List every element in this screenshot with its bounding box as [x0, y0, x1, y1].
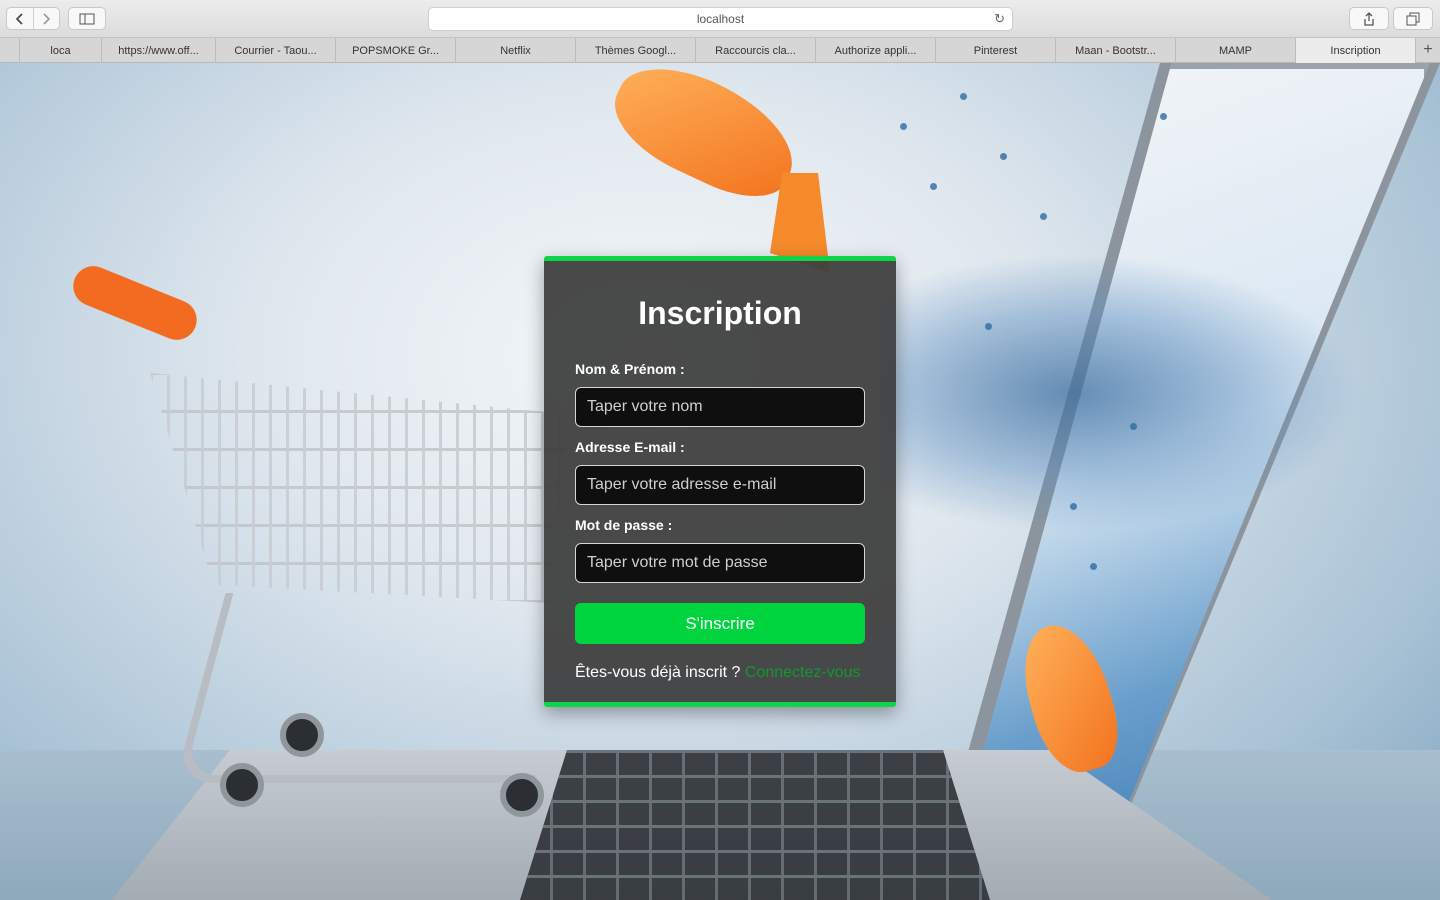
- navigation-buttons: [6, 7, 60, 30]
- tab-label: Maan - Bootstr...: [1075, 44, 1156, 57]
- new-tab-button[interactable]: +: [1416, 38, 1440, 62]
- sidebar-toggle-button[interactable]: [68, 7, 106, 30]
- tab-item[interactable]: Thèmes Googl...: [576, 38, 696, 63]
- chevron-left-icon: [15, 12, 23, 25]
- tab-label: https://www.off...: [118, 44, 199, 57]
- password-input[interactable]: [575, 543, 865, 583]
- tab-item[interactable]: loca: [20, 38, 102, 63]
- share-button[interactable]: [1349, 7, 1389, 30]
- register-button[interactable]: S'inscrire: [575, 603, 865, 644]
- tab-item[interactable]: Authorize appli...: [816, 38, 936, 63]
- water-drop: [1070, 503, 1077, 510]
- tab-label: Courrier - Taou...: [234, 44, 317, 57]
- water-drop: [1130, 423, 1137, 430]
- tab-item[interactable]: POPSMOKE Gr...: [336, 38, 456, 63]
- sidebar-icon: [79, 13, 95, 24]
- back-button[interactable]: [7, 8, 33, 29]
- form-title: Inscription: [638, 295, 802, 331]
- cart-wheel: [280, 713, 324, 757]
- tab-item[interactable]: Raccourcis cla...: [696, 38, 816, 63]
- tab-item[interactable]: MAMP: [1176, 38, 1296, 63]
- water-drop: [1160, 113, 1167, 120]
- cart-wheel: [220, 763, 264, 807]
- water-drop: [1040, 213, 1047, 220]
- email-label: Adresse E-mail :: [575, 439, 685, 455]
- name-input[interactable]: [575, 387, 865, 427]
- plus-icon: +: [1423, 41, 1433, 58]
- cart-wheel: [500, 773, 544, 817]
- water-drop: [960, 93, 967, 100]
- registration-form-card: Inscription Nom & Prénom : Adresse E-mai…: [544, 256, 896, 707]
- browser-toolbar: localhost ↻: [0, 0, 1440, 38]
- tab-label: Authorize appli...: [834, 44, 917, 57]
- water-drop: [930, 183, 937, 190]
- tab-empty[interactable]: [0, 38, 20, 63]
- water-drop: [900, 123, 907, 130]
- tab-item[interactable]: https://www.off...: [102, 38, 216, 63]
- tabs-overview-button[interactable]: [1393, 7, 1433, 30]
- tab-label: Inscription: [1330, 44, 1381, 57]
- login-prompt: Êtes-vous déjà inscrit ? Connectez-vous: [575, 664, 860, 682]
- already-registered-text: Êtes-vous déjà inscrit ?: [575, 664, 745, 681]
- password-label: Mot de passe :: [575, 517, 673, 533]
- tab-item[interactable]: Courrier - Taou...: [216, 38, 336, 63]
- cart-basket: [150, 373, 570, 603]
- water-drop: [1090, 563, 1097, 570]
- email-input[interactable]: [575, 465, 865, 505]
- water-drop: [1000, 153, 1007, 160]
- tab-active[interactable]: Inscription: [1296, 38, 1416, 63]
- tab-item[interactable]: Netflix: [456, 38, 576, 63]
- tab-label: Thèmes Googl...: [594, 44, 677, 57]
- tab-label: Pinterest: [973, 44, 1018, 57]
- tab-label: loca: [50, 44, 71, 57]
- keyboard-rows: [520, 750, 990, 900]
- address-text: localhost: [696, 12, 745, 26]
- tab-item[interactable]: Maan - Bootstr...: [1056, 38, 1176, 63]
- tab-label: Raccourcis cla...: [715, 44, 796, 57]
- share-icon: [1364, 11, 1374, 26]
- tabs-icon: [1406, 12, 1420, 25]
- address-bar[interactable]: localhost ↻: [428, 7, 1013, 31]
- name-label: Nom & Prénom :: [575, 361, 685, 377]
- tab-item[interactable]: Pinterest: [936, 38, 1056, 63]
- chevron-right-icon: [43, 12, 51, 25]
- tab-label: Netflix: [500, 44, 531, 57]
- forward-button[interactable]: [32, 8, 60, 29]
- tab-label: POPSMOKE Gr...: [352, 44, 439, 57]
- water-splash: [880, 253, 1360, 533]
- reload-icon[interactable]: ↻: [994, 11, 1005, 27]
- cart-handle: [67, 260, 203, 346]
- shopping-cart-image: [67, 260, 586, 817]
- tab-bar: loca https://www.off... Courrier - Taou.…: [0, 38, 1440, 63]
- water-drop: [985, 323, 992, 330]
- cart-frame: [174, 593, 586, 783]
- tab-label: MAMP: [1219, 44, 1252, 57]
- login-link[interactable]: Connectez-vous: [745, 664, 861, 681]
